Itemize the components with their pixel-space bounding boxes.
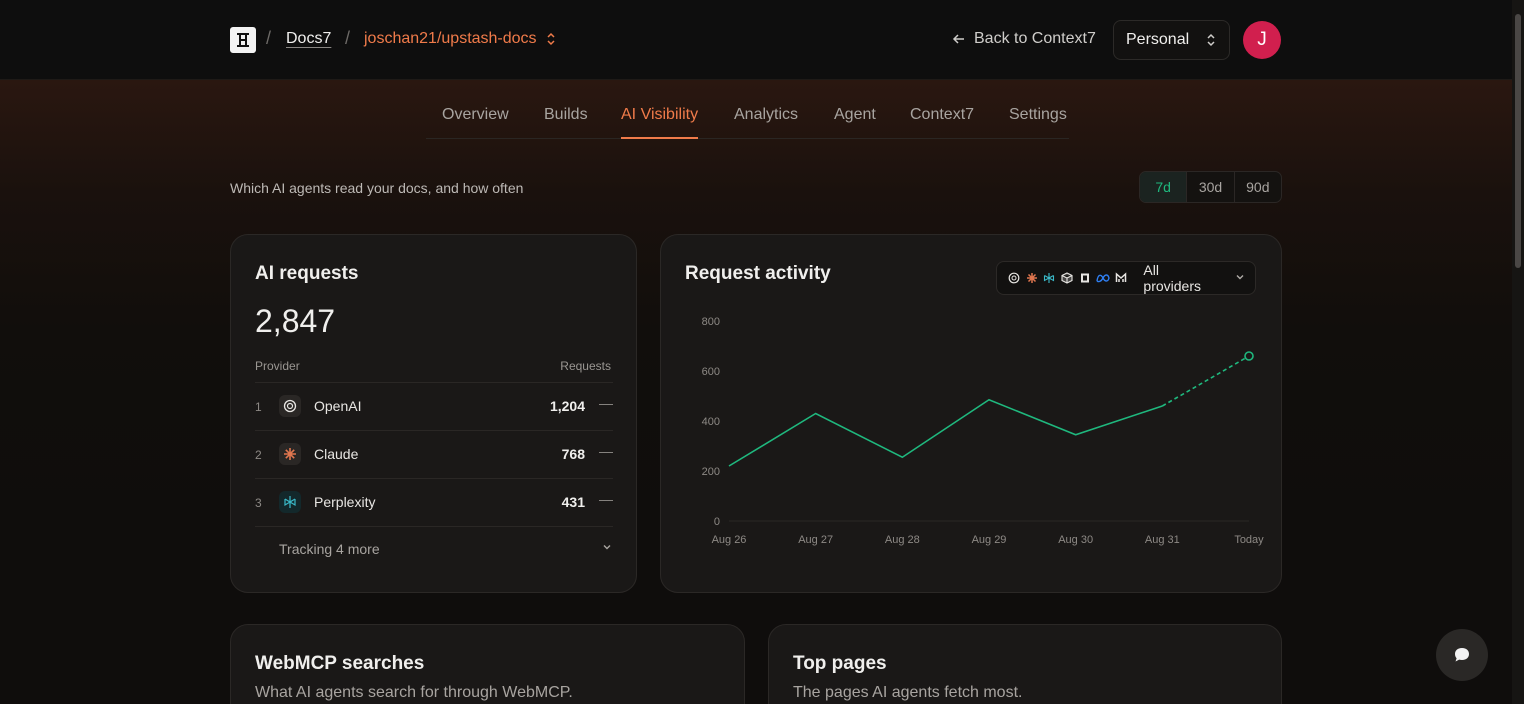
chevron-updown-icon xyxy=(547,32,555,46)
y-tick-label: 0 xyxy=(714,516,720,528)
tracking-more-toggle[interactable]: Tracking 4 more xyxy=(279,541,380,557)
provider-row[interactable]: 3 Perplexity 431 — xyxy=(255,478,613,526)
repo-switcher[interactable]: joschan21/upstash-docs xyxy=(364,30,557,48)
top-pages-subtitle: The pages AI agents fetch most. xyxy=(793,684,1023,701)
chevron-updown-icon xyxy=(1207,33,1215,47)
meta-icon xyxy=(1095,271,1110,285)
y-tick-label: 600 xyxy=(702,366,720,378)
provider-trend: — xyxy=(599,395,613,411)
breadcrumb-separator: / xyxy=(345,28,351,48)
provider-trend: — xyxy=(599,443,613,459)
y-tick-label: 400 xyxy=(702,416,720,428)
x-tick-label: Aug 27 xyxy=(798,534,833,546)
avatar[interactable]: J xyxy=(1243,21,1281,59)
repo-name: joschan21/upstash-docs xyxy=(364,30,537,47)
request-activity-title: Request activity xyxy=(685,263,831,284)
range-30d-button[interactable]: 30d xyxy=(1187,172,1235,202)
x-tick-label: Aug 31 xyxy=(1145,534,1180,546)
chat-support-button[interactable] xyxy=(1436,629,1488,681)
x-tick-label: Aug 26 xyxy=(712,534,747,546)
provider-row[interactable]: 2 Claude 768 — xyxy=(255,430,613,478)
tab-analytics[interactable]: Analytics xyxy=(734,106,798,139)
provider-filter-dropdown[interactable]: All providers xyxy=(996,261,1256,295)
request-activity-chart: 0 200 400 600 800 Aug 26 Aug 27 Aug 28 Aug 29 Aug… xyxy=(702,316,1265,546)
provider-requests: 431 xyxy=(561,494,585,510)
provider-rank: 2 xyxy=(255,448,262,462)
tab-agent[interactable]: Agent xyxy=(834,106,876,139)
back-link-label: Back to Context7 xyxy=(974,30,1096,47)
perplexity-icon xyxy=(279,491,301,513)
project-tabs: Overview Builds AI Visibility Analytics … xyxy=(426,100,1069,139)
claude-icon xyxy=(1025,271,1039,285)
provider-row[interactable]: 1 OpenAI 1,204 — xyxy=(255,382,613,430)
provider-rank: 3 xyxy=(255,496,262,510)
provider-rank: 1 xyxy=(255,400,262,414)
webmcp-searches-card: WebMCP searches What AI agents search fo… xyxy=(230,624,745,704)
provider-requests: 1,204 xyxy=(549,398,585,414)
chat-icon xyxy=(1455,648,1469,662)
top-pages-title: Top pages xyxy=(793,653,887,674)
chevron-down-icon xyxy=(1235,272,1245,285)
data-point xyxy=(1244,351,1254,361)
breadcrumb-separator: / xyxy=(266,28,272,48)
claude-icon xyxy=(279,443,301,465)
app-logo[interactable] xyxy=(230,27,256,53)
account-switcher-label: Personal xyxy=(1126,31,1190,48)
series-line xyxy=(728,398,1163,467)
ai-requests-title: AI requests xyxy=(255,263,359,284)
back-to-context7-link[interactable]: Back to Context7 xyxy=(952,30,1096,48)
provider-name: OpenAI xyxy=(314,398,362,414)
tab-context7[interactable]: Context7 xyxy=(910,106,974,139)
tab-settings[interactable]: Settings xyxy=(1009,106,1067,139)
range-7d-button[interactable]: 7d xyxy=(1140,172,1188,202)
top-bar: / Docs7 / joschan21/upstash-docs Back to… xyxy=(0,0,1512,80)
page-scrollbar[interactable] xyxy=(1512,0,1524,704)
scrollbar-thumb[interactable] xyxy=(1515,14,1521,268)
series-projection-line xyxy=(1161,355,1250,407)
row-divider xyxy=(255,526,613,528)
x-tick-label: Aug 29 xyxy=(972,534,1007,546)
mistral-icon xyxy=(1114,271,1128,285)
x-tick-label: Aug 30 xyxy=(1058,534,1093,546)
y-tick-label: 200 xyxy=(702,466,720,478)
notion-icon xyxy=(1078,271,1092,285)
tab-overview[interactable]: Overview xyxy=(442,106,509,139)
ai-requests-card: AI requests 2,847 Provider Requests 1 Op… xyxy=(230,234,637,593)
tab-ai-visibility[interactable]: AI Visibility xyxy=(621,106,699,139)
page-subtitle: Which AI agents read your docs, and how … xyxy=(230,180,524,196)
openai-icon xyxy=(1007,271,1021,285)
breadcrumb-project-link[interactable]: Docs7 xyxy=(286,30,331,48)
arrow-left-icon xyxy=(952,34,964,44)
time-range-selector: 7d 30d 90d xyxy=(1139,171,1282,203)
ai-requests-total: 2,847 xyxy=(255,303,336,339)
webmcp-title: WebMCP searches xyxy=(255,653,425,674)
provider-column-header: Provider xyxy=(255,359,300,373)
provider-filter-label: All providers xyxy=(1143,262,1201,294)
top-pages-card: Top pages The pages AI agents fetch most… xyxy=(768,624,1282,704)
provider-name: Perplexity xyxy=(314,494,376,510)
webmcp-subtitle: What AI agents search for through WebMCP… xyxy=(255,684,573,701)
range-90d-button[interactable]: 90d xyxy=(1235,172,1281,202)
perplexity-icon xyxy=(1042,271,1056,285)
tab-builds[interactable]: Builds xyxy=(544,106,588,139)
openai-icon xyxy=(279,395,301,417)
provider-name: Claude xyxy=(314,446,359,462)
provider-requests: 768 xyxy=(561,446,585,462)
y-tick-label: 800 xyxy=(702,316,720,328)
chevron-down-icon[interactable] xyxy=(602,541,612,555)
x-tick-label: Aug 28 xyxy=(885,534,920,546)
x-tick-label: Today xyxy=(1234,534,1264,546)
requests-column-header: Requests xyxy=(560,359,611,373)
cube-icon xyxy=(1060,271,1074,285)
request-activity-card: Request activity All providers 0 200 400 60… xyxy=(660,234,1282,593)
provider-trend: — xyxy=(599,491,613,507)
account-switcher-button[interactable]: Personal xyxy=(1113,20,1230,60)
